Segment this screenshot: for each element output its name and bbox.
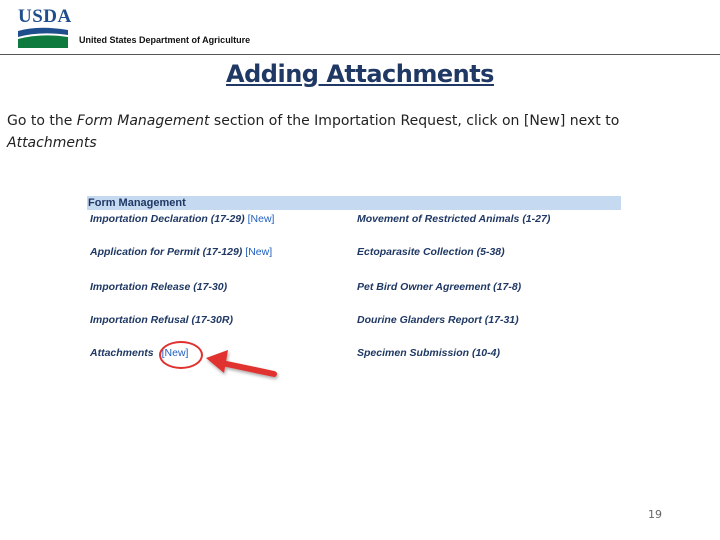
form-item-label[interactable]: Movement of Restricted Animals (1-27) [357, 213, 550, 225]
pointer-arrow-icon [206, 350, 277, 377]
form-item-label[interactable]: Importation Refusal (17-30R) [90, 314, 233, 326]
header-divider [0, 54, 720, 55]
form-management-heading: Form Management [88, 197, 186, 209]
instruction-part1: Go to the [7, 113, 77, 129]
form-item-label[interactable]: Specimen Submission (10-4) [357, 347, 500, 359]
page-number: 19 [648, 508, 662, 521]
form-item-label[interactable]: Importation Declaration (17-29) [90, 213, 245, 225]
form-item-label[interactable]: Importation Release (17-30) [90, 281, 227, 293]
instruction-part2: section of the Importation Request, clic… [209, 113, 620, 129]
usda-logo: USDA [18, 6, 71, 48]
form-management-heading-bar: Form Management [87, 196, 621, 210]
form-item-pet-bird-owner-agreement[interactable]: Pet Bird Owner Agreement (17-8) [357, 281, 521, 293]
department-name: United States Department of Agriculture [79, 35, 251, 45]
new-link-importation-declaration[interactable]: [New] [248, 213, 275, 225]
instruction-section-name: Form Management [76, 113, 210, 129]
form-item-label[interactable]: Attachments [90, 347, 154, 359]
form-item-specimen-submission[interactable]: Specimen Submission (10-4) [357, 347, 500, 359]
slide-title: Adding Attachments [226, 60, 494, 88]
header: USDA United States Department of Agricul… [0, 0, 720, 56]
usda-logo-hills-icon [18, 26, 68, 48]
form-item-dourine-glanders-report[interactable]: Dourine Glanders Report (17-31) [357, 314, 519, 326]
form-item-importation-declaration[interactable]: Importation Declaration (17-29) [New] [90, 213, 274, 225]
instruction-text: Go to the Form Management section of the… [7, 110, 697, 154]
form-item-label[interactable]: Dourine Glanders Report (17-31) [357, 314, 519, 326]
instruction-target: Attachments [7, 135, 97, 151]
form-item-importation-refusal[interactable]: Importation Refusal (17-30R) [90, 314, 233, 326]
form-item-importation-release[interactable]: Importation Release (17-30) [90, 281, 227, 293]
form-item-ectoparasite-collection[interactable]: Ectoparasite Collection (5-38) [357, 246, 505, 258]
usda-logo-text: USDA [18, 6, 72, 27]
form-item-label[interactable]: Ectoparasite Collection (5-38) [357, 246, 505, 258]
new-link-application-for-permit[interactable]: [New] [245, 246, 272, 258]
form-item-application-for-permit[interactable]: Application for Permit (17-129) [New] [90, 246, 272, 258]
form-item-label[interactable]: Pet Bird Owner Agreement (17-8) [357, 281, 521, 293]
form-item-label[interactable]: Application for Permit (17-129) [90, 246, 242, 258]
highlight-circle [159, 341, 203, 369]
form-item-movement-restricted-animals[interactable]: Movement of Restricted Animals (1-27) [357, 213, 550, 225]
